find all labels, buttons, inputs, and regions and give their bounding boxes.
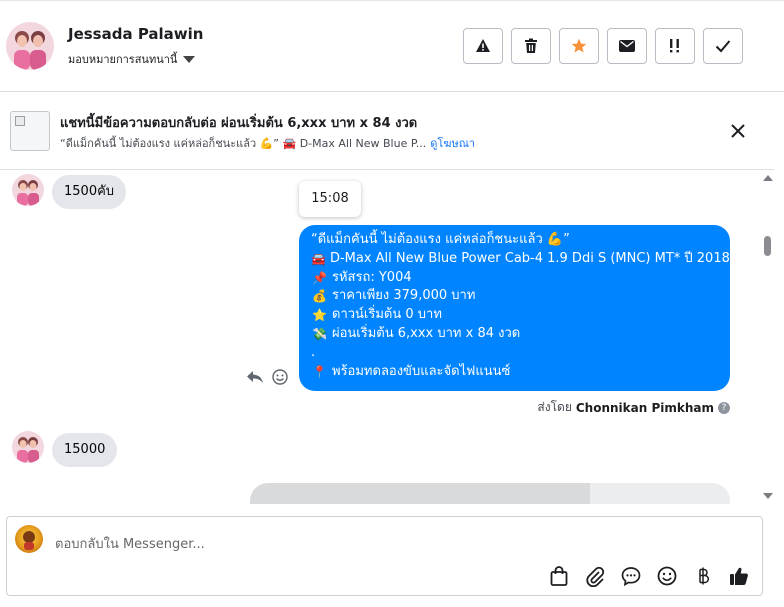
- follow-up-icon: [670, 39, 679, 53]
- star-icon: [571, 38, 587, 53]
- incoming-message[interactable]: 15000: [52, 433, 118, 467]
- message-line: 💰 ราคาเพียง 379,000 บาท: [311, 287, 718, 306]
- avatar[interactable]: [6, 22, 54, 70]
- thumbs-up-icon[interactable]: [728, 565, 750, 587]
- close-icon[interactable]: [729, 122, 747, 140]
- money-bag-icon: 💰: [312, 289, 327, 304]
- ad-context-banner: แชทนี้มีข้อความตอบกลับต่อ ผ่อนเริ่มต้น 6…: [0, 92, 774, 170]
- star-icon: ⭐: [312, 308, 327, 323]
- message-line: ⭐ ดาวน์เริ่มต้น 0 บาท: [311, 306, 718, 325]
- ad-subtitle-row: “ดีแม็กคันนี้ ไม่ต้องแรง แค่หล่อก็ชนะแล้…: [60, 134, 475, 152]
- message-input[interactable]: ตอบกลับใน Messenger...: [55, 533, 205, 554]
- check-icon: [715, 40, 731, 53]
- composer-toolbar: [548, 565, 750, 588]
- scroll-up-arrow-icon[interactable]: [763, 175, 773, 181]
- react-emoji-icon[interactable]: [272, 369, 288, 385]
- warning-icon: [476, 39, 490, 52]
- scrollbar-thumb[interactable]: [764, 236, 771, 256]
- star-button[interactable]: [559, 28, 599, 64]
- image-attachment[interactable]: [250, 483, 730, 504]
- flying-money-icon: 💸: [312, 326, 327, 341]
- message-thread[interactable]: 1500คับ 15:08 “ดีแม็กคันนี้ ไม่ต้องแรง แ…: [0, 171, 774, 504]
- done-button[interactable]: [703, 28, 743, 64]
- caret-down-icon: [183, 56, 196, 63]
- scrollbar[interactable]: [774, 171, 784, 504]
- conversation-header: Jessada Palawin มอบหมายการสนทนานี้: [0, 0, 784, 92]
- message-line: 📌 รหัสรถ: Y004: [311, 269, 718, 288]
- spam-button[interactable]: [463, 28, 503, 64]
- page-avatar: [15, 525, 43, 553]
- sender-name: Chonnikan Pimkham: [575, 400, 714, 415]
- message-line: 📍 พร้อมทดลองขับและจัดไฟแนนซ์: [311, 363, 718, 382]
- assign-dropdown[interactable]: มอบหมายการสนทนานี้: [68, 50, 196, 68]
- car-icon: 🚘: [311, 251, 326, 266]
- attach-icon[interactable]: [584, 565, 606, 588]
- message-actions: [246, 369, 288, 385]
- round-pushpin-icon: 📍: [312, 364, 327, 379]
- message-line: 🚘 D-Max All New Blue Power Cab-4 1.9 Ddi …: [311, 250, 730, 269]
- follow-up-button[interactable]: [655, 28, 695, 64]
- ad-title: แชทนี้มีข้อความตอบกลับต่อ ผ่อนเริ่มต้น 6…: [60, 116, 418, 131]
- emoji-icon[interactable]: [656, 565, 678, 587]
- delete-button[interactable]: [511, 28, 551, 64]
- contact-name[interactable]: Jessada Palawin: [68, 25, 203, 43]
- ad-subtitle: “ดีแม็กคันนี้ ไม่ต้องแรง แค่หล่อก็ชนะแล้…: [60, 137, 427, 150]
- help-icon[interactable]: ?: [718, 401, 730, 414]
- sent-by-label: ส่งโดย: [537, 400, 572, 414]
- ad-thumbnail[interactable]: [10, 111, 50, 151]
- view-ad-link[interactable]: ดูโฆษณา: [430, 134, 475, 152]
- mark-unread-button[interactable]: [607, 28, 647, 64]
- action-toolbar: [463, 28, 743, 64]
- bag-icon[interactable]: [548, 565, 570, 587]
- mail-icon: [619, 40, 635, 52]
- scroll-down-arrow-icon[interactable]: [763, 493, 773, 499]
- avatar: [12, 174, 44, 206]
- message-line: “ดีแม็กคันนี้ ไม่ต้องแรง แค่หล่อก็ชนะแล้…: [311, 232, 570, 247]
- message-line: .: [311, 344, 316, 360]
- baht-icon[interactable]: [692, 565, 714, 587]
- saved-reply-icon[interactable]: [620, 565, 642, 587]
- incoming-message[interactable]: 1500คับ: [52, 175, 127, 209]
- assign-label: มอบหมายการสนทนานี้: [68, 53, 178, 66]
- avatar: [12, 431, 44, 463]
- reply-icon[interactable]: [246, 370, 264, 384]
- sent-by-line: ส่งโดย Chonnikan Pimkham ?: [537, 398, 730, 417]
- trash-icon: [525, 38, 537, 53]
- broken-image-icon: [15, 116, 25, 126]
- timestamp-tooltip: 15:08: [299, 181, 361, 217]
- outgoing-message[interactable]: “ดีแม็กคันนี้ ไม่ต้องแรง แค่หล่อก็ชนะแล้…: [299, 225, 730, 391]
- reply-composer[interactable]: ตอบกลับใน Messenger...: [6, 516, 763, 596]
- message-line: 💸 ผ่อนเริ่มต้น 6,xxx บาท x 84 งวด: [311, 325, 718, 344]
- pin-icon: 📌: [312, 270, 327, 285]
- divider: [0, 0, 784, 1]
